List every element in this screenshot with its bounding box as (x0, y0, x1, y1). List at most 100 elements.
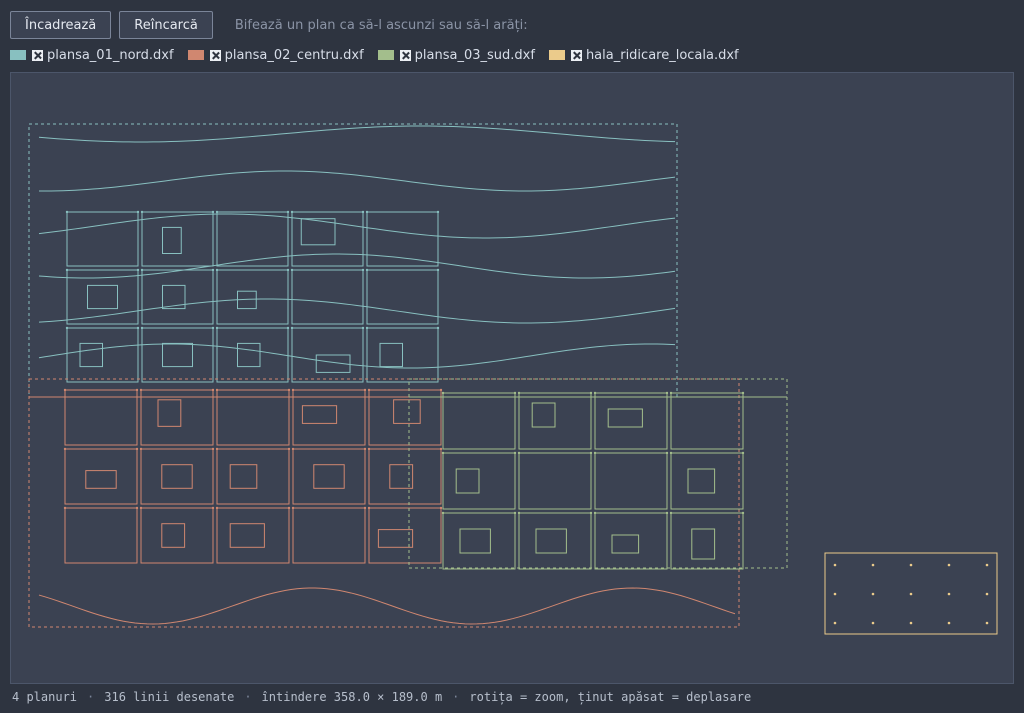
survey-point (290, 326, 294, 330)
layer-name: hala_ridicare_locala.dxf (585, 47, 739, 63)
layer-toggle-nord[interactable]: plansa_01_nord.dxf (10, 48, 174, 63)
status-line-count: 316 linii desenate (104, 690, 235, 704)
column-point (871, 563, 875, 567)
parcel-centru (368, 448, 442, 505)
layer-legend: plansa_01_nord.dxf plansa_02_centru.dxf … (10, 46, 739, 64)
survey-point (361, 268, 365, 272)
building-footprint (377, 529, 414, 548)
building-footprint (611, 534, 640, 554)
building-footprint (393, 399, 421, 424)
survey-point (361, 210, 365, 214)
layer-extent-sud (408, 378, 788, 569)
building-footprint (162, 226, 182, 254)
survey-point (517, 391, 521, 395)
survey-point (291, 447, 295, 451)
survey-point (211, 210, 215, 214)
parcel-sud (670, 512, 744, 570)
building-footprint (531, 402, 556, 428)
layer-checkbox[interactable] (399, 49, 411, 61)
parcel-centru (140, 507, 214, 564)
layer-checkbox[interactable] (209, 49, 221, 61)
toolbar: Încadrează Reîncarcă Bifează un plan ca … (10, 10, 528, 40)
survey-point (65, 210, 69, 214)
parcel-nord (366, 269, 439, 325)
parcel-centru (64, 389, 138, 446)
column-point (947, 592, 951, 596)
building-footprint (162, 342, 193, 368)
survey-point (286, 326, 290, 330)
reload-button[interactable]: Reîncarcă (119, 11, 213, 39)
survey-point (669, 391, 673, 395)
survey-point (363, 447, 367, 451)
column-point (947, 563, 951, 567)
survey-point (291, 506, 295, 510)
survey-point (136, 210, 140, 214)
survey-point (286, 210, 290, 214)
building-footprint (687, 468, 716, 494)
layer-toggle-sud[interactable]: plansa_03_sud.dxf (377, 47, 535, 63)
contour-line (38, 213, 676, 239)
parcel-centru (216, 448, 290, 505)
parcel-sud (670, 392, 744, 450)
survey-point (287, 447, 291, 451)
survey-point (513, 511, 517, 515)
status-separator: · (87, 690, 95, 704)
layer-checkbox[interactable] (32, 49, 43, 61)
survey-point (139, 388, 143, 392)
building-footprint (157, 399, 182, 427)
survey-point (215, 210, 219, 214)
building-footprint (535, 528, 567, 554)
parcel-centru (216, 507, 290, 564)
layer-name: plansa_02_centru.dxf (224, 47, 364, 63)
parcel-sud (594, 452, 668, 510)
parcel-sud (594, 512, 668, 570)
survey-point (291, 388, 295, 392)
layer-checkbox[interactable] (570, 49, 582, 61)
survey-point (215, 326, 219, 330)
layer-color-swatch (548, 50, 565, 60)
layer-name: plansa_03_sud.dxf (414, 47, 535, 63)
column-point (985, 563, 989, 567)
survey-point (741, 511, 745, 515)
survey-point (63, 388, 67, 392)
layer-toggle-centru[interactable]: plansa_02_centru.dxf (187, 47, 364, 63)
survey-point (211, 326, 215, 330)
survey-point (593, 391, 597, 395)
survey-point (361, 326, 365, 330)
survey-point (215, 447, 219, 451)
layer-color-swatch (10, 50, 26, 60)
fit-button[interactable]: Încadrează (10, 11, 112, 39)
parcel-sud (442, 392, 516, 450)
parcel-centru (368, 389, 442, 446)
survey-point (211, 268, 215, 272)
survey-point (513, 451, 517, 455)
parcel-nord (216, 269, 289, 325)
survey-point (290, 210, 294, 214)
status-extent: întindere 358.0 × 189.0 m (261, 690, 443, 704)
survey-point (741, 391, 745, 395)
status-controls-hint: rotița = zoom, ținut apăsat = deplasare (469, 690, 752, 704)
survey-point (589, 511, 593, 515)
building-footprint (161, 523, 186, 548)
survey-point (135, 506, 139, 510)
cad-drawing[interactable] (11, 73, 1013, 683)
layer-toggle-hala[interactable]: hala_ridicare_locala.dxf (548, 47, 739, 63)
survey-point (287, 506, 291, 510)
layer-extent-nord (28, 123, 678, 398)
column-point (985, 592, 989, 596)
survey-point (136, 268, 140, 272)
contour-line (38, 587, 736, 625)
column-point (909, 621, 913, 625)
contour-line (38, 170, 676, 192)
building-footprint (313, 464, 345, 489)
building-footprint (691, 528, 716, 560)
parcel-sud (594, 392, 668, 450)
survey-point (215, 506, 219, 510)
survey-point (211, 506, 215, 510)
survey-point (436, 326, 440, 330)
building-footprint (229, 464, 258, 489)
layer-extent-centru (28, 378, 740, 628)
parcel-centru (292, 389, 366, 446)
parcel-centru (140, 448, 214, 505)
drawing-canvas[interactable] (10, 72, 1014, 684)
